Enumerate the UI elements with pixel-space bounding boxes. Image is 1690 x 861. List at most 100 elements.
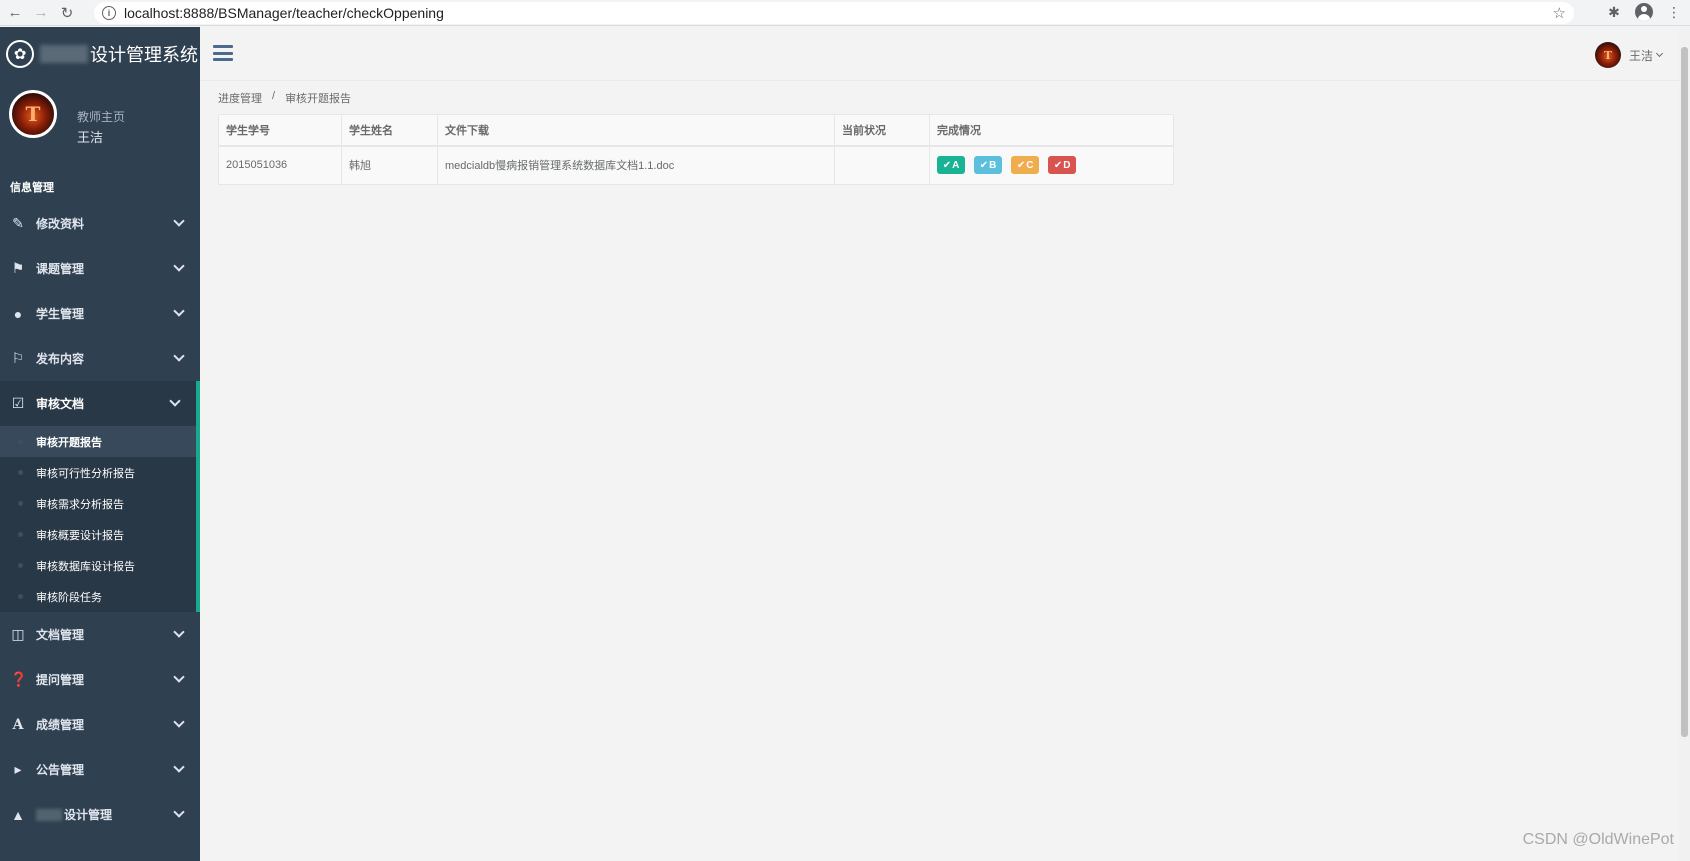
sidebar-item-grades[interactable]: A 成绩管理 — [0, 702, 200, 747]
sidebar-item-label: 审核文档 — [36, 397, 85, 411]
submenu-item-database-design-report[interactable]: 审核数据库设计报告 — [0, 550, 200, 581]
top-navbar: T 王洁 — [200, 27, 1690, 81]
sidebar-item-questions[interactable]: ❓ 提问管理 — [0, 657, 200, 702]
student-name-cell: 韩旭 — [341, 145, 438, 185]
brand-redacted — [40, 45, 88, 63]
profile-button[interactable] — [1634, 2, 1654, 22]
grade-d-button[interactable]: ✔ D — [1048, 156, 1077, 175]
chevron-down-icon — [173, 260, 185, 272]
site-info-icon[interactable]: i — [102, 6, 116, 20]
sidebar-item-design[interactable]: ▲ 设计管理 — [0, 792, 200, 837]
user-name: 王洁 — [1628, 48, 1653, 63]
avatar[interactable]: T — [9, 90, 57, 138]
sidebar-item-label: 修改资料 — [36, 217, 85, 231]
profile-card: T 教师主页 王洁 — [0, 81, 200, 181]
grade-b-button[interactable]: ✔ B — [974, 156, 1003, 175]
grade-c-button[interactable]: ✔ C — [1011, 156, 1040, 175]
chevron-down-icon — [173, 305, 185, 317]
sidebar-item-review-docs[interactable]: ☑ 审核文档 — [0, 381, 200, 426]
browser-menu-icon[interactable]: ⋮ — [1664, 2, 1684, 22]
sidebar-item-documents[interactable]: ◫ 文档管理 — [0, 612, 200, 657]
chevron-down-icon — [173, 215, 185, 227]
chevron-down-icon — [173, 350, 185, 362]
breadcrumb: 进度管理 / 审核开题报告 — [218, 90, 351, 106]
question-circle-icon: ❓ — [10, 671, 28, 687]
extensions-icon[interactable]: ✱ — [1604, 2, 1624, 22]
sidebar: ✿ 设计管理系统 T 教师主页 王洁 信息管理 ✎ 修改资料 ⚑ 课题管理 ● … — [0, 27, 200, 861]
grade-a-button[interactable]: ✔ A — [937, 156, 965, 175]
column-header: 完成情况 — [929, 114, 1174, 147]
brand: ✿ 设计管理系统 — [0, 27, 200, 81]
user-icon: ● — [13, 305, 23, 322]
check-icon: ✔ — [1053, 159, 1063, 171]
sidebar-group-review-docs: ☑ 审核文档 审核开题报告 审核可行性分析报告 审核需求分析报告 审核概要设计报… — [0, 381, 200, 612]
sidebar-item-edit-profile[interactable]: ✎ 修改资料 — [0, 201, 200, 246]
caret-down-icon — [1655, 49, 1664, 58]
bullhorn-icon: ▸ — [14, 761, 22, 777]
report-table: 学生学号 学生姓名 文件下载 当前状况 完成情况 2015051036 韩旭 m… — [218, 114, 1174, 185]
submenu-item-feasibility-report[interactable]: 审核可行性分析报告 — [0, 457, 200, 488]
profile-name: 王洁 — [77, 130, 104, 145]
sidebar-section-title: 信息管理 — [10, 182, 54, 194]
user-dropdown[interactable]: T 王洁 — [1594, 42, 1664, 68]
breadcrumb-separator: / — [272, 90, 276, 102]
sidebar-item-label: 学生管理 — [36, 307, 85, 321]
chevron-down-icon — [173, 761, 185, 773]
forward-arrow-icon[interactable]: → — [30, 2, 52, 24]
back-arrow-icon[interactable]: ← — [4, 2, 26, 24]
sidebar-item-label: 课题管理 — [36, 262, 85, 276]
paw-icon: ✿ — [6, 40, 34, 68]
grade-buttons-cell: ✔ A ✔ B ✔ C ✔ D — [929, 145, 1174, 185]
grade-label: B — [989, 159, 997, 171]
submenu-item-outline-design-report[interactable]: 审核概要设计报告 — [0, 519, 200, 550]
sidebar-item-label: 发布内容 — [36, 352, 85, 366]
sidebar-item-label: 文档管理 — [36, 628, 85, 642]
file-download-link[interactable]: medcialdb慢病报销管理系统数据库文档1.1.doc — [437, 145, 835, 185]
submenu-item-opening-report[interactable]: 审核开题报告 — [0, 426, 200, 457]
graduation-cap-icon: ▲ — [11, 806, 25, 823]
table-row: 2015051036 韩旭 medcialdb慢病报销管理系统数据库文档1.1.… — [218, 145, 1174, 185]
column-header: 文件下载 — [437, 114, 835, 147]
sidebar-item-label: 提问管理 — [36, 673, 85, 687]
main-content: 进度管理 / 审核开题报告 学生学号 学生姓名 文件下载 当前状况 完成情况 2… — [200, 82, 1678, 861]
sidebar-item-announcements[interactable]: ▸ 公告管理 — [0, 747, 200, 792]
brand-title: 设计管理系统 — [90, 45, 198, 65]
column-header: 当前状况 — [834, 114, 930, 147]
sidebar-item-label: 公告管理 — [36, 763, 85, 777]
redacted-prefix — [36, 808, 62, 821]
student-id-cell: 2015051036 — [218, 145, 342, 185]
edit-icon: ✎ — [12, 215, 24, 231]
submenu-item-stage-tasks[interactable]: 审核阶段任务 — [0, 581, 200, 612]
breadcrumb-parent[interactable]: 进度管理 — [218, 90, 262, 106]
column-header: 学生姓名 — [341, 114, 438, 147]
profile-role[interactable]: 教师主页 — [77, 108, 125, 125]
tags-icon: ⚑ — [11, 260, 25, 276]
font-icon: A — [12, 716, 24, 733]
check-icon: ✔ — [979, 159, 989, 171]
check-icon: ✔ — [1016, 159, 1026, 171]
bookmark-star-icon[interactable]: ☆ — [1553, 4, 1566, 22]
hamburger-menu-icon[interactable] — [213, 45, 233, 61]
breadcrumb-current: 审核开题报告 — [285, 93, 352, 105]
grade-label: C — [1026, 159, 1034, 171]
table-header-row: 学生学号 学生姓名 文件下载 当前状况 完成情况 — [218, 114, 1174, 147]
sidebar-item-students[interactable]: ● 学生管理 — [0, 291, 200, 336]
flag-icon: ⚐ — [11, 350, 25, 366]
submenu-item-requirements-report[interactable]: 审核需求分析报告 — [0, 488, 200, 519]
chevron-down-icon — [169, 395, 181, 407]
reload-icon[interactable]: ↻ — [56, 2, 78, 24]
folder-open-icon: ◫ — [11, 626, 25, 642]
url-text: localhost:8888/BSManager/teacher/checkOp… — [124, 5, 444, 21]
chevron-down-icon — [173, 671, 185, 683]
chevron-down-icon — [173, 716, 185, 728]
page-scrollbar[interactable] — [1679, 27, 1690, 861]
user-avatar: T — [1594, 42, 1621, 68]
sidebar-item-publish[interactable]: ⚐ 发布内容 — [0, 336, 200, 381]
sidebar-item-label: 成绩管理 — [36, 718, 85, 732]
scrollbar-thumb[interactable] — [1681, 47, 1688, 737]
column-header: 学生学号 — [218, 114, 342, 147]
browser-toolbar: ← → ↻ i localhost:8888/BSManager/teacher… — [0, 0, 1690, 26]
address-bar[interactable]: i localhost:8888/BSManager/teacher/check… — [94, 2, 1574, 24]
sidebar-item-topics[interactable]: ⚑ 课题管理 — [0, 246, 200, 291]
profile-icon — [1635, 3, 1653, 21]
